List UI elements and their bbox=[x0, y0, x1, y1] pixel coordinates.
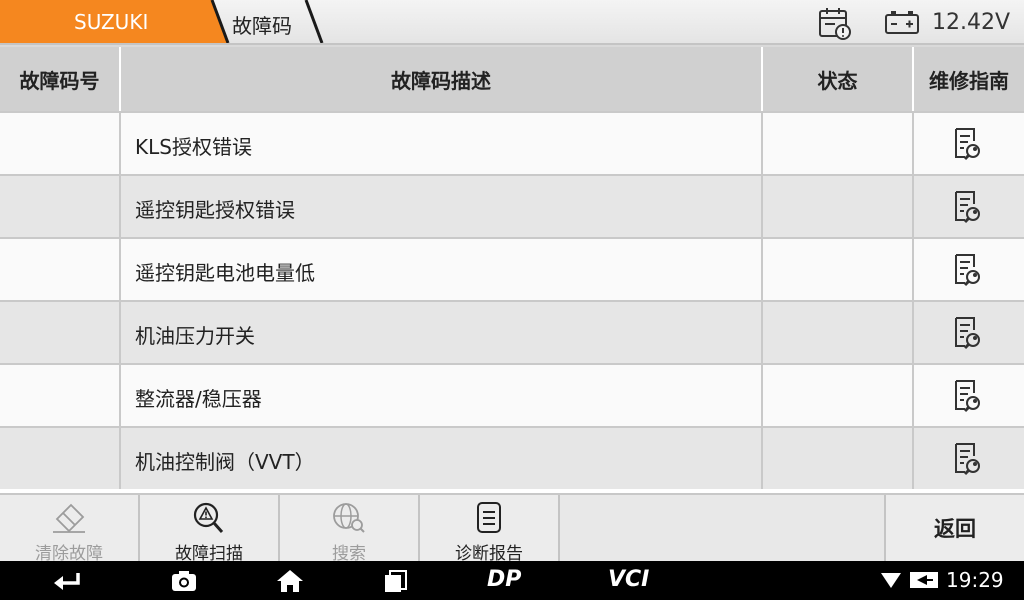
repair-guide-icon bbox=[955, 254, 980, 287]
repair-guide-icon bbox=[955, 191, 980, 224]
cell-status bbox=[763, 428, 914, 489]
scan-warning-icon bbox=[193, 502, 224, 533]
cell-code bbox=[0, 176, 121, 237]
cell-desc: 整流器/稳压器 bbox=[121, 365, 763, 426]
back-button[interactable]: 返回 bbox=[884, 495, 1024, 561]
repair-guide-icon bbox=[955, 380, 980, 413]
desc-text: 整流器/稳压器 bbox=[135, 387, 262, 411]
breadcrumb-brand[interactable]: SUZUKI bbox=[0, 0, 230, 43]
cell-code bbox=[0, 113, 121, 174]
cell-code bbox=[0, 239, 121, 300]
home-icon[interactable] bbox=[276, 569, 304, 593]
search-button[interactable]: 搜索 bbox=[280, 495, 420, 564]
cell-code bbox=[0, 428, 121, 489]
app-root: SUZUKI 故障码 12.42V 故障码号 故障码描述 状态 维修指南 KLS… bbox=[0, 0, 1024, 600]
breadcrumb-page[interactable]: 故障码 bbox=[212, 0, 324, 43]
desc-text: 机油压力开关 bbox=[135, 324, 255, 348]
cell-status bbox=[763, 113, 914, 174]
back-arrow-icon[interactable] bbox=[52, 569, 82, 593]
table-row[interactable]: 遥控钥匙电池电量低 bbox=[0, 237, 1024, 300]
table-row[interactable]: KLS授权错误 bbox=[0, 111, 1024, 174]
top-bar: SUZUKI 故障码 12.42V bbox=[0, 0, 1024, 45]
cell-code bbox=[0, 365, 121, 426]
bottom-toolbar: 清除故障 故障扫描 搜索 诊断报告 返回 bbox=[0, 493, 1024, 564]
repair-guide-button[interactable] bbox=[914, 113, 1024, 174]
diagnostic-report-button[interactable]: 诊断报告 bbox=[420, 495, 560, 564]
dtc-table: 故障码号 故障码描述 状态 维修指南 KLS授权错误遥控钥匙授权错误 遥控钥匙电池… bbox=[0, 47, 1024, 493]
repair-guide-button[interactable] bbox=[914, 302, 1024, 363]
page-title: 故障码 bbox=[232, 14, 292, 38]
repair-guide-icon bbox=[955, 128, 980, 161]
repair-guide-icon bbox=[955, 317, 980, 350]
clear-dtc-button[interactable]: 清除故障 bbox=[0, 495, 140, 564]
repair-guide-button[interactable] bbox=[914, 176, 1024, 237]
voltage-readout: 12.42V bbox=[932, 10, 1011, 35]
repair-guide-button[interactable] bbox=[914, 239, 1024, 300]
cell-status bbox=[763, 239, 914, 300]
vci-label[interactable]: VCI bbox=[608, 567, 649, 592]
desc-text: KLS授权错误 bbox=[135, 135, 252, 159]
table-row[interactable]: 机油控制阀（VVT） bbox=[0, 426, 1024, 489]
col-header-guide: 维修指南 bbox=[929, 68, 1009, 93]
desc-text: 遥控钥匙电池电量低 bbox=[135, 261, 315, 285]
repair-guide-icon bbox=[955, 443, 980, 476]
cell-desc: KLS授权错误 bbox=[121, 113, 763, 174]
desc-text: 机油控制阀（VVT） bbox=[135, 450, 315, 474]
table-row[interactable]: 整流器/稳压器 bbox=[0, 363, 1024, 426]
clock: 19:29 bbox=[946, 568, 1004, 592]
cell-status bbox=[763, 302, 914, 363]
globe-search-icon bbox=[333, 503, 365, 533]
cell-desc: 遥控钥匙电池电量低 bbox=[121, 239, 763, 300]
desc-text: 遥控钥匙授权错误 bbox=[135, 198, 295, 222]
calendar-alert-icon[interactable] bbox=[817, 6, 853, 40]
cell-desc: 遥控钥匙授权错误 bbox=[121, 176, 763, 237]
recent-apps-icon[interactable] bbox=[382, 569, 410, 593]
usb-connection-icon bbox=[910, 572, 938, 588]
brand-label: SUZUKI bbox=[74, 10, 149, 34]
cell-desc: 机油压力开关 bbox=[121, 302, 763, 363]
table-row[interactable]: 遥控钥匙授权错误 bbox=[0, 174, 1024, 237]
table-header: 故障码号 故障码描述 状态 维修指南 bbox=[0, 47, 1024, 111]
cell-code bbox=[0, 302, 121, 363]
col-header-desc: 故障码描述 bbox=[121, 47, 763, 111]
cell-desc: 机油控制阀（VVT） bbox=[121, 428, 763, 489]
battery-icon bbox=[885, 11, 919, 34]
cell-status bbox=[763, 365, 914, 426]
eraser-icon bbox=[53, 503, 85, 533]
table-row[interactable]: 机油压力开关 bbox=[0, 300, 1024, 363]
system-nav-bar: DP VCI 19:29 bbox=[0, 561, 1024, 600]
col-header-code: 故障码号 bbox=[0, 47, 121, 111]
dtc-scan-button[interactable]: 故障扫描 bbox=[140, 495, 280, 564]
col-header-status: 状态 bbox=[763, 47, 914, 111]
repair-guide-button[interactable] bbox=[914, 365, 1024, 426]
report-document-icon bbox=[477, 502, 501, 533]
camera-icon[interactable] bbox=[170, 569, 198, 593]
wifi-icon bbox=[881, 573, 901, 588]
cell-status bbox=[763, 176, 914, 237]
dp-label[interactable]: DP bbox=[487, 567, 521, 592]
repair-guide-button[interactable] bbox=[914, 428, 1024, 489]
